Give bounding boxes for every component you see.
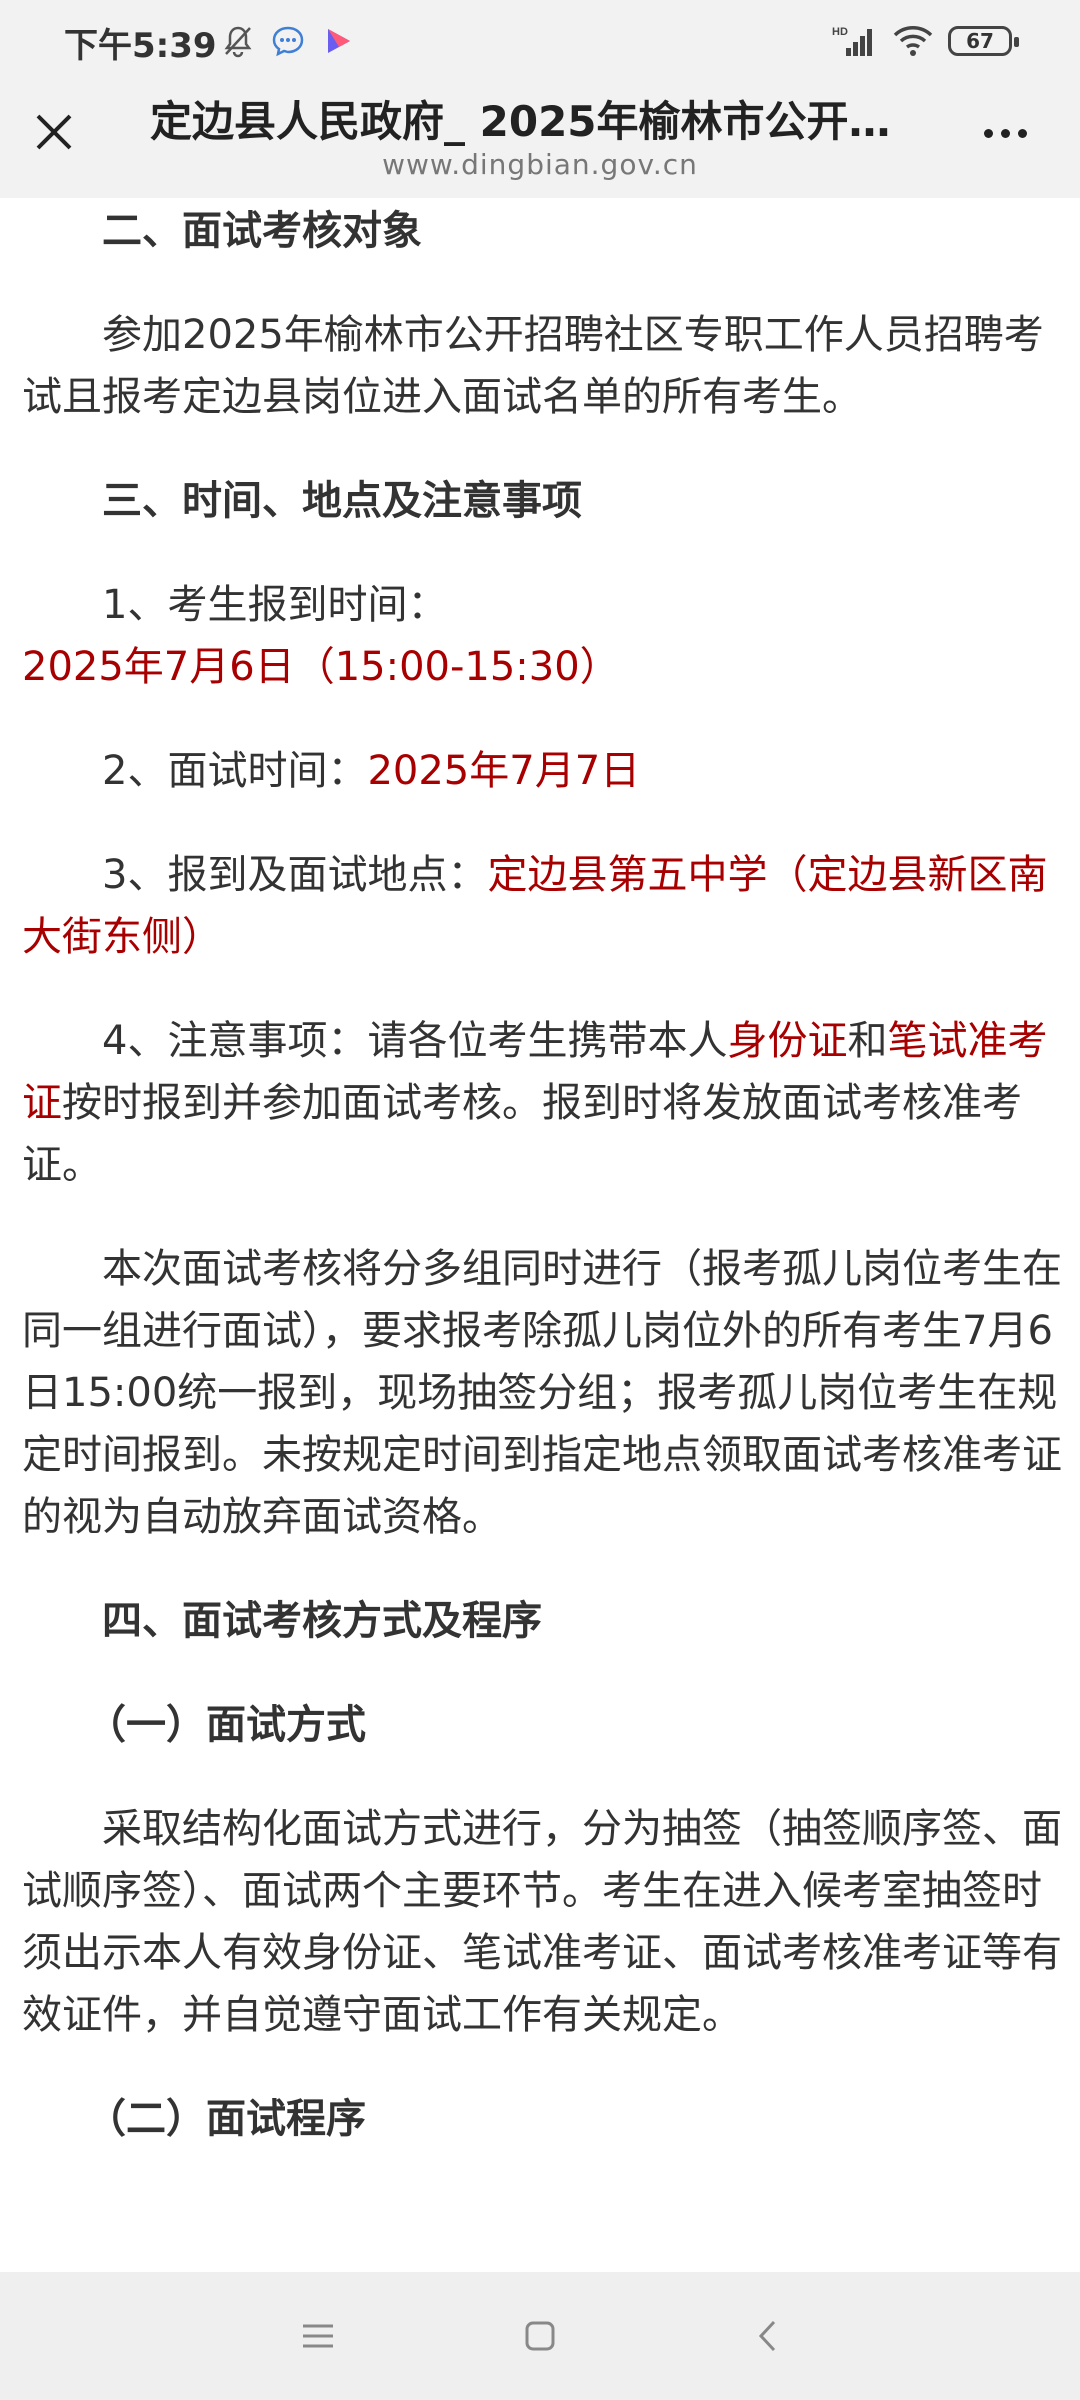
chat-icon <box>268 22 308 60</box>
system-nav-bar <box>0 2272 1080 2400</box>
back-button[interactable] <box>738 2310 798 2362</box>
paragraph: 3、报到及面试地点：定边县第五中学（定边县新区南大街东侧） <box>22 844 1062 968</box>
status-time: 下午5:39 <box>64 26 217 66</box>
menu-icon <box>303 2324 333 2348</box>
highlight-text: 2025年7月6日（15:00-15:30） <box>22 644 620 690</box>
item-label: 2、面试时间： <box>102 748 368 794</box>
status-bar: 下午5:39 HD 67 <box>0 0 1080 84</box>
battery-icon: 67 <box>948 26 1019 56</box>
notice-text: 和 <box>847 1018 888 1064</box>
svg-text:HD: HD <box>832 26 848 38</box>
highlight-text: 2025年7月7日 <box>367 748 641 794</box>
highlight-text: 身份证 <box>727 1018 848 1064</box>
paragraph: 4、注意事项：请各位考生携带本人身份证和笔试准考证按时报到并参加面试考核。报到时… <box>22 1010 1062 1196</box>
menu-button[interactable] <box>288 2310 348 2362</box>
signal-icon: HD <box>830 22 880 60</box>
section-heading: 四、面试考核方式及程序 <box>102 1598 542 1644</box>
home-button[interactable] <box>510 2310 570 2362</box>
article-content: 二、面试考核对象 参加2025年榆林市公开招聘社区专职工作人员招聘考试且报考定边… <box>22 198 1062 2150</box>
section-heading: 二、面试考核对象 <box>102 208 422 254</box>
close-icon <box>36 114 72 150</box>
page-title: 定边县人民政府_ 2025年榆林市公开招聘社区专职工作人员... <box>150 97 910 146</box>
mute-icon <box>218 22 258 60</box>
sub-heading: （一）面试方式 <box>86 1702 366 1748</box>
close-button[interactable] <box>22 100 86 164</box>
paragraph: 2、面试时间：2025年7月7日 <box>22 740 1062 802</box>
notice-text: 按时报到并参加面试考核。报到时将发放面试考核准考证。 <box>22 1080 1022 1188</box>
item-label: 3、报到及面试地点： <box>102 852 488 898</box>
battery-level: 67 <box>966 29 994 53</box>
more-button[interactable] <box>970 108 1040 158</box>
more-icon <box>983 128 993 138</box>
paragraph: 参加2025年榆林市公开招聘社区专职工作人员招聘考试且报考定边县岗位进入面试名单… <box>22 312 1044 420</box>
paragraph: 1、考生报到时间： 2025年7月6日（15:00-15:30） <box>22 574 1062 698</box>
back-icon <box>758 2320 776 2352</box>
home-icon <box>525 2321 555 2351</box>
media-icon <box>318 22 358 60</box>
page-url: www.dingbian.gov.cn <box>382 148 698 181</box>
paragraph: 采取结构化面试方式进行，分为抽签（抽签顺序签、面试顺序签）、面试两个主要环节。考… <box>22 1806 1062 2038</box>
app-header: 下午5:39 HD 67 定边县人民政府_ 2025年榆林市公开招聘社区专职工作… <box>0 0 1080 198</box>
item-label: 1、考生报到时间： <box>102 582 448 628</box>
sub-heading: （二）面试程序 <box>86 2096 366 2142</box>
notice-text: 4、注意事项：请各位考生携带本人 <box>102 1018 728 1064</box>
wifi-icon <box>890 22 936 60</box>
paragraph: 本次面试考核将分多组同时进行（报考孤儿岗位考生在同一组进行面试），要求报考除孤儿… <box>22 1246 1062 1540</box>
section-heading: 三、时间、地点及注意事项 <box>102 478 582 524</box>
